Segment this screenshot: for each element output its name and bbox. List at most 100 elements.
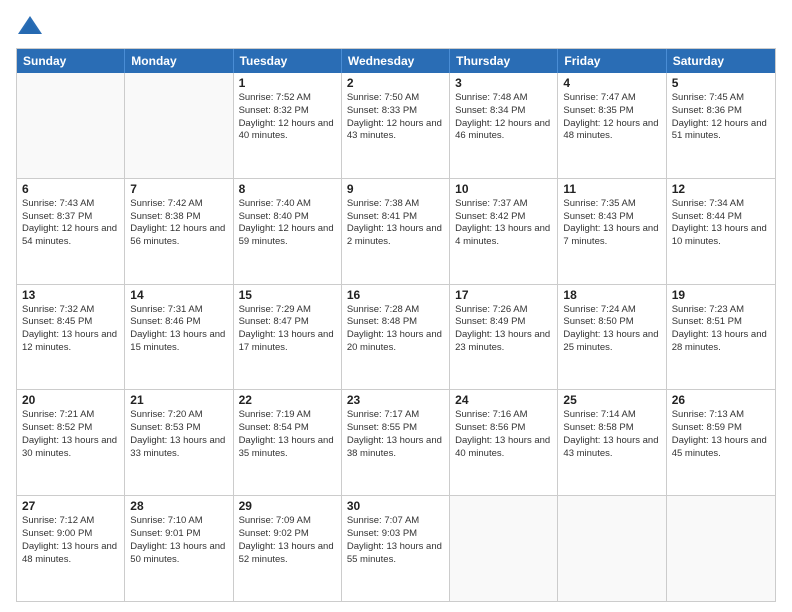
header [16, 12, 776, 40]
day-number: 26 [672, 393, 770, 407]
day-number: 25 [563, 393, 660, 407]
calendar-cell: 3 Sunrise: 7:48 AMSunset: 8:34 PMDaylight… [450, 73, 558, 178]
day-number: 20 [22, 393, 119, 407]
day-number: 11 [563, 182, 660, 196]
calendar-cell: 15 Sunrise: 7:29 AMSunset: 8:47 PMDayligh… [234, 285, 342, 390]
day-info: Sunrise: 7:40 AMSunset: 8:40 PMDaylight:… [239, 198, 336, 249]
day-info: Sunrise: 7:52 AMSunset: 8:32 PMDaylight:… [239, 92, 336, 143]
calendar-cell: 10Sunrise: 7:37 AMSunset: 8:42 PMDayligh… [450, 179, 558, 284]
logo-icon [16, 12, 44, 40]
calendar: SundayMondayTuesdayWednesdayThursdayFrid… [16, 48, 776, 602]
day-number: 28 [130, 499, 227, 513]
day-info: Sunrise: 7:48 AMSunset: 8:34 PMDaylight:… [455, 92, 552, 143]
calendar-cell: 25 Sunrise: 7:14 AMSunset: 8:58 PMDayligh… [558, 390, 666, 495]
day-number: 19 [672, 288, 770, 302]
calendar-cell: 6 Sunrise: 7:43 AMSunset: 8:37 PMDaylight… [17, 179, 125, 284]
calendar-cell: 29 Sunrise: 7:09 AMSunset: 9:02 PMDayligh… [234, 496, 342, 601]
day-info: Sunrise: 7:09 AMSunset: 9:02 PMDaylight:… [239, 515, 336, 566]
calendar-body: 1Sunrise: 7:52 AMSunset: 8:32 PMDaylight… [17, 73, 775, 601]
day-number: 15 [239, 288, 336, 302]
day-number: 29 [239, 499, 336, 513]
calendar-header-cell: Monday [125, 49, 233, 73]
calendar-header-cell: Wednesday [342, 49, 450, 73]
calendar-week-row: 27Sunrise: 7:12 AMSunset: 9:00 PMDayligh… [17, 496, 775, 601]
calendar-cell: 30 Sunrise: 7:07 AMSunset: 9:03 PMDayligh… [342, 496, 450, 601]
day-info: Sunrise: 7:17 AMSunset: 8:55 PMDaylight:… [347, 409, 444, 460]
day-number: 6 [22, 182, 119, 196]
calendar-cell: 17 Sunrise: 7:26 AMSunset: 8:49 PMDayligh… [450, 285, 558, 390]
calendar-cell: 28 Sunrise: 7:10 AMSunset: 9:01 PMDayligh… [125, 496, 233, 601]
calendar-cell: 2 Sunrise: 7:50 AMSunset: 8:33 PMDaylight… [342, 73, 450, 178]
day-info: Sunrise: 7:29 AMSunset: 8:47 PMDaylight:… [239, 304, 336, 355]
calendar-cell: 8 Sunrise: 7:40 AMSunset: 8:40 PMDaylight… [234, 179, 342, 284]
day-number: 4 [563, 76, 660, 90]
day-number: 8 [239, 182, 336, 196]
day-number: 22 [239, 393, 336, 407]
day-info: Sunrise: 7:14 AMSunset: 8:58 PMDaylight:… [563, 409, 660, 460]
day-number: 18 [563, 288, 660, 302]
day-number: 30 [347, 499, 444, 513]
day-number: 21 [130, 393, 227, 407]
day-number: 12 [672, 182, 770, 196]
day-info: Sunrise: 7:26 AMSunset: 8:49 PMDaylight:… [455, 304, 552, 355]
day-info: Sunrise: 7:19 AMSunset: 8:54 PMDaylight:… [239, 409, 336, 460]
day-info: Sunrise: 7:34 AMSunset: 8:44 PMDaylight:… [672, 198, 770, 249]
calendar-cell: 7 Sunrise: 7:42 AMSunset: 8:38 PMDaylight… [125, 179, 233, 284]
day-number: 2 [347, 76, 444, 90]
day-number: 7 [130, 182, 227, 196]
calendar-cell: 23 Sunrise: 7:17 AMSunset: 8:55 PMDayligh… [342, 390, 450, 495]
day-info: Sunrise: 7:20 AMSunset: 8:53 PMDaylight:… [130, 409, 227, 460]
calendar-cell: 18 Sunrise: 7:24 AMSunset: 8:50 PMDayligh… [558, 285, 666, 390]
calendar-cell: 26Sunrise: 7:13 AMSunset: 8:59 PMDayligh… [667, 390, 775, 495]
calendar-cell [667, 496, 775, 601]
day-info: Sunrise: 7:45 AMSunset: 8:36 PMDaylight:… [672, 92, 770, 143]
calendar-cell [125, 73, 233, 178]
calendar-cell: 5 Sunrise: 7:45 AMSunset: 8:36 PMDaylight… [667, 73, 775, 178]
day-info: Sunrise: 7:07 AMSunset: 9:03 PMDaylight:… [347, 515, 444, 566]
day-info: Sunrise: 7:42 AMSunset: 8:38 PMDaylight:… [130, 198, 227, 249]
page: SundayMondayTuesdayWednesdayThursdayFrid… [0, 0, 792, 612]
calendar-cell: 11 Sunrise: 7:35 AMSunset: 8:43 PMDayligh… [558, 179, 666, 284]
day-info: Sunrise: 7:35 AMSunset: 8:43 PMDaylight:… [563, 198, 660, 249]
day-number: 27 [22, 499, 119, 513]
calendar-week-row: 20 Sunrise: 7:21 AMSunset: 8:52 PMDayligh… [17, 390, 775, 496]
day-number: 24 [455, 393, 552, 407]
day-number: 9 [347, 182, 444, 196]
calendar-cell: 27Sunrise: 7:12 AMSunset: 9:00 PMDayligh… [17, 496, 125, 601]
day-info: Sunrise: 7:10 AMSunset: 9:01 PMDaylight:… [130, 515, 227, 566]
calendar-cell: 13 Sunrise: 7:32 AMSunset: 8:45 PMDayligh… [17, 285, 125, 390]
day-number: 13 [22, 288, 119, 302]
day-number: 5 [672, 76, 770, 90]
day-info: Sunrise: 7:16 AMSunset: 8:56 PMDaylight:… [455, 409, 552, 460]
day-info: Sunrise: 7:43 AMSunset: 8:37 PMDaylight:… [22, 198, 119, 249]
day-info: Sunrise: 7:21 AMSunset: 8:52 PMDaylight:… [22, 409, 119, 460]
calendar-cell [450, 496, 558, 601]
calendar-week-row: 6 Sunrise: 7:43 AMSunset: 8:37 PMDaylight… [17, 179, 775, 285]
calendar-cell: 9 Sunrise: 7:38 AMSunset: 8:41 PMDaylight… [342, 179, 450, 284]
calendar-header-cell: Saturday [667, 49, 775, 73]
calendar-cell: 19 Sunrise: 7:23 AMSunset: 8:51 PMDayligh… [667, 285, 775, 390]
day-info: Sunrise: 7:23 AMSunset: 8:51 PMDaylight:… [672, 304, 770, 355]
calendar-cell: 20 Sunrise: 7:21 AMSunset: 8:52 PMDayligh… [17, 390, 125, 495]
calendar-cell: 21 Sunrise: 7:20 AMSunset: 8:53 PMDayligh… [125, 390, 233, 495]
day-number: 14 [130, 288, 227, 302]
day-info: Sunrise: 7:28 AMSunset: 8:48 PMDaylight:… [347, 304, 444, 355]
calendar-header-cell: Sunday [17, 49, 125, 73]
calendar-cell: 4 Sunrise: 7:47 AMSunset: 8:35 PMDaylight… [558, 73, 666, 178]
calendar-week-row: 13 Sunrise: 7:32 AMSunset: 8:45 PMDayligh… [17, 285, 775, 391]
day-info: Sunrise: 7:47 AMSunset: 8:35 PMDaylight:… [563, 92, 660, 143]
day-info: Sunrise: 7:38 AMSunset: 8:41 PMDaylight:… [347, 198, 444, 249]
calendar-header-cell: Tuesday [234, 49, 342, 73]
day-info: Sunrise: 7:50 AMSunset: 8:33 PMDaylight:… [347, 92, 444, 143]
logo [16, 12, 48, 40]
day-number: 17 [455, 288, 552, 302]
calendar-header-row: SundayMondayTuesdayWednesdayThursdayFrid… [17, 49, 775, 73]
day-number: 3 [455, 76, 552, 90]
calendar-cell: 12 Sunrise: 7:34 AMSunset: 8:44 PMDayligh… [667, 179, 775, 284]
day-number: 23 [347, 393, 444, 407]
calendar-week-row: 1Sunrise: 7:52 AMSunset: 8:32 PMDaylight… [17, 73, 775, 179]
day-info: Sunrise: 7:24 AMSunset: 8:50 PMDaylight:… [563, 304, 660, 355]
calendar-cell: 14 Sunrise: 7:31 AMSunset: 8:46 PMDayligh… [125, 285, 233, 390]
day-info: Sunrise: 7:31 AMSunset: 8:46 PMDaylight:… [130, 304, 227, 355]
day-info: Sunrise: 7:32 AMSunset: 8:45 PMDaylight:… [22, 304, 119, 355]
